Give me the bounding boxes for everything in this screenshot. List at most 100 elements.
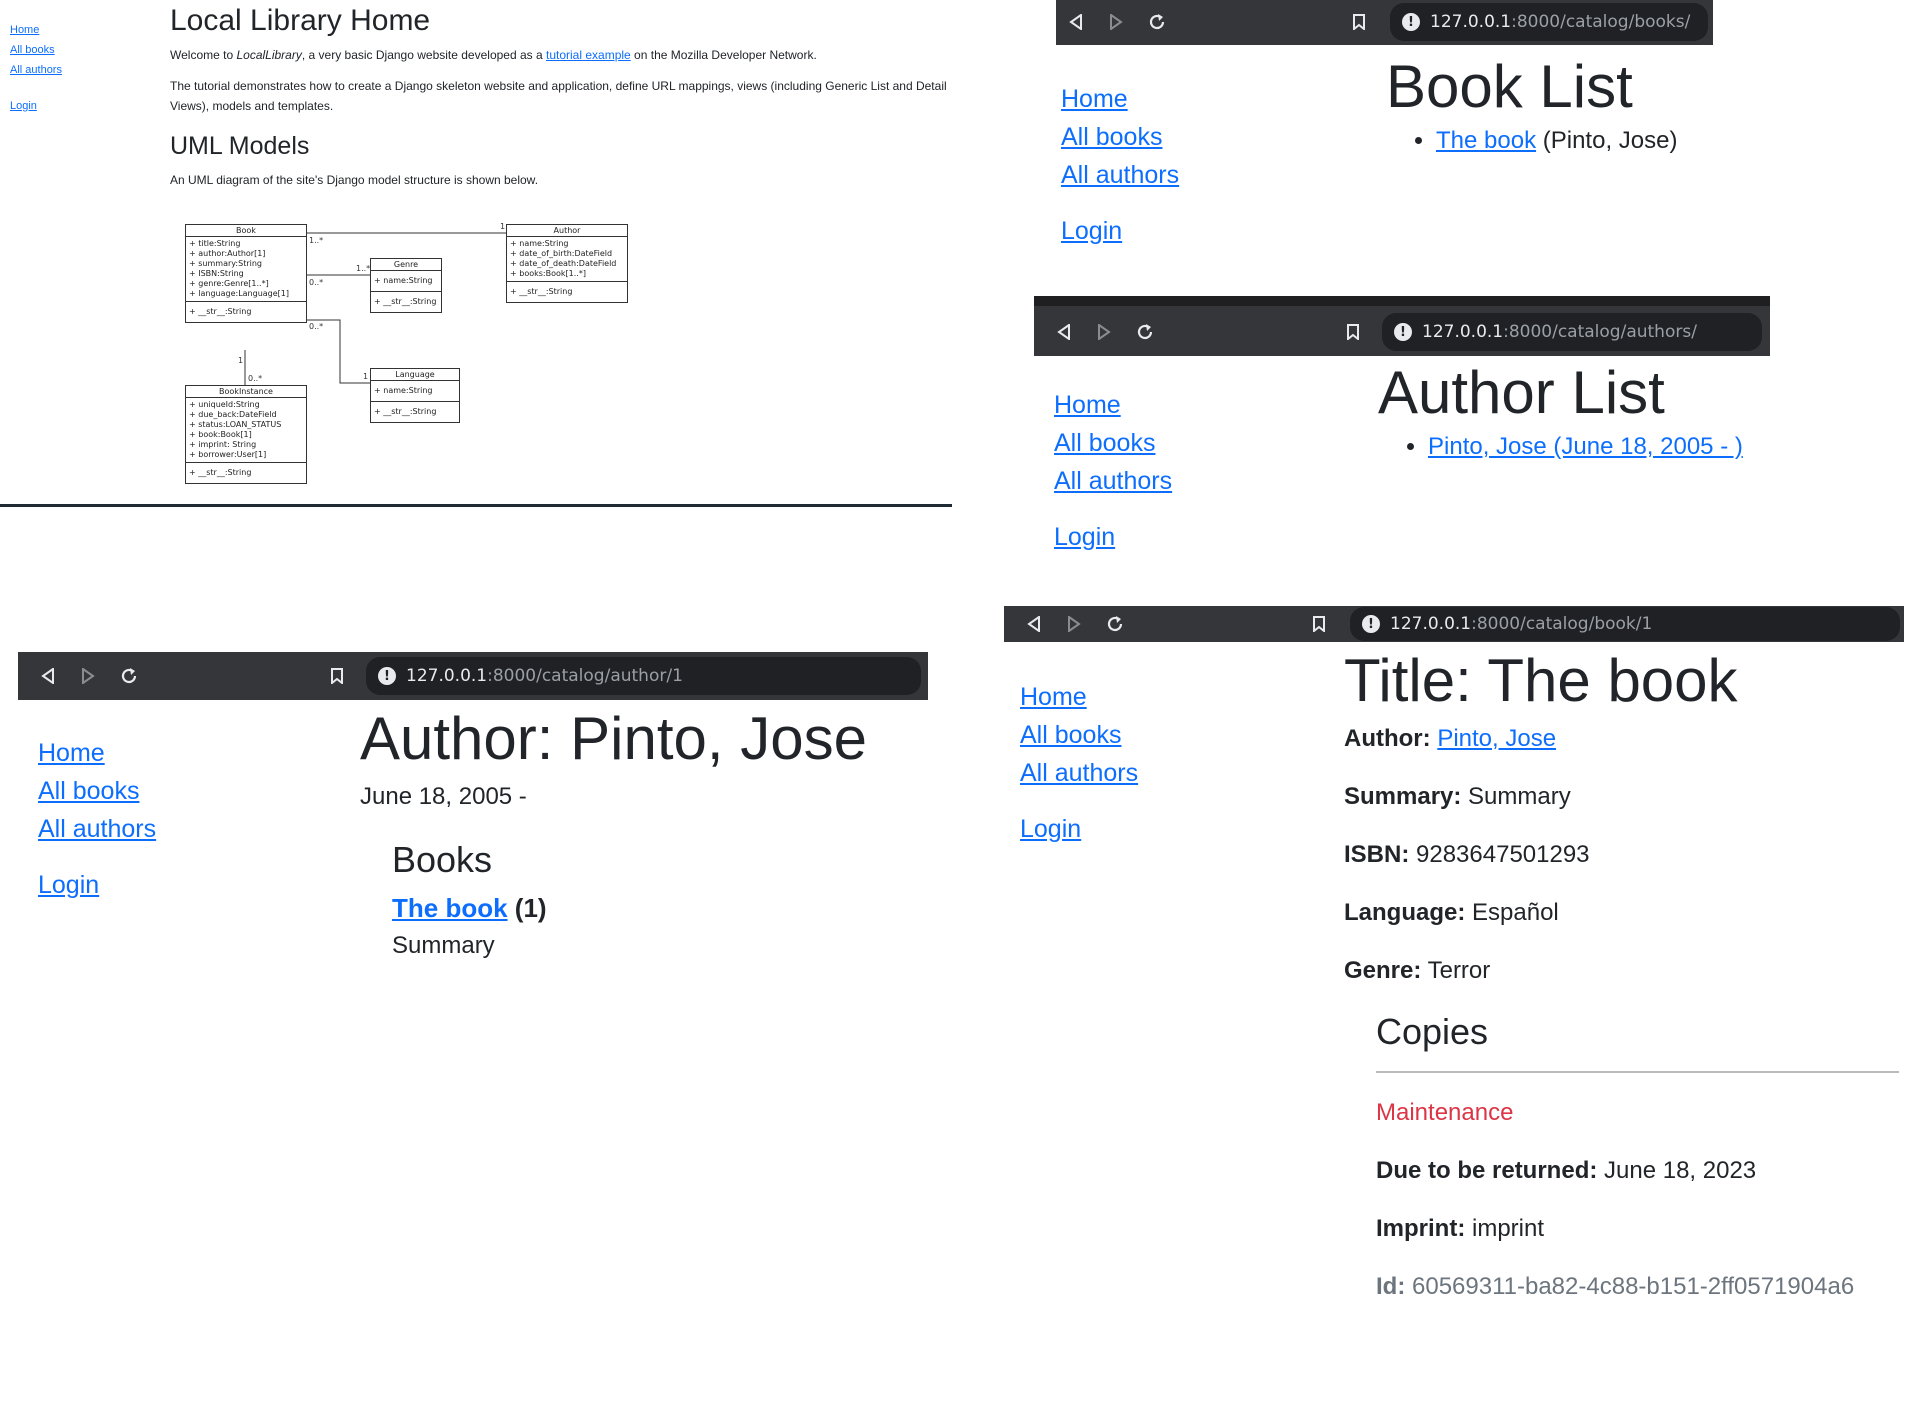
nav-home-link[interactable]: Home — [1054, 386, 1172, 424]
field-label: Genre: — [1344, 957, 1422, 984]
field-value: June 18, 2023 — [1597, 1157, 1757, 1184]
uml-class-name: BookInstance — [186, 386, 306, 398]
uml-class-name: Book — [186, 225, 306, 237]
nav-all-books-link[interactable]: All books — [1061, 118, 1179, 156]
uml-diagram: 1..* 1 1..* 0..* 0..* 1 1 0..* Book + ti… — [170, 215, 640, 508]
url-path: :8000/catalog/books/ — [1511, 12, 1691, 32]
bookmark-icon[interactable] — [1344, 322, 1362, 342]
info-icon[interactable]: ! — [1402, 13, 1420, 31]
books-heading: Books — [392, 839, 493, 880]
nav-all-books-link[interactable]: All books — [1020, 716, 1138, 754]
uml-attr: + imprint: String — [189, 440, 257, 449]
address-bar[interactable]: ! 127.0.0.1:8000/catalog/authors/ — [1382, 313, 1762, 351]
uml-genre-class: Genre + name:String + __str__:String — [370, 258, 442, 313]
reload-icon[interactable] — [118, 665, 140, 687]
bookmark-icon[interactable] — [1350, 12, 1368, 32]
uml-attr: + books:Book[1..*] — [510, 269, 586, 278]
uml-caption: An UML diagram of the site's Django mode… — [170, 173, 539, 187]
reload-icon[interactable] — [1104, 613, 1126, 635]
back-icon[interactable] — [1024, 614, 1044, 634]
tutorial-link[interactable]: tutorial example — [546, 48, 631, 62]
forward-icon[interactable] — [1094, 322, 1114, 342]
back-icon[interactable] — [1054, 322, 1074, 342]
nav-login-link[interactable]: Login — [1054, 518, 1172, 556]
field-label: Summary: — [1344, 783, 1462, 810]
multiplicity-label: 1 — [500, 222, 505, 231]
forward-icon[interactable] — [78, 666, 98, 686]
uml-attr: + author:Author[1] — [189, 249, 266, 258]
due-back-field: Due to be returned: June 18, 2023 — [1376, 1157, 1899, 1185]
uml-attr: + due_back:DateField — [189, 410, 277, 419]
nav-all-books-link[interactable]: All books — [1054, 424, 1172, 462]
sidebar-login-link[interactable]: Login — [10, 96, 62, 116]
field-value: Terror — [1421, 957, 1491, 984]
uml-attributes: + name:String — [371, 271, 441, 292]
bookmark-icon[interactable] — [328, 666, 346, 686]
nav-login-link[interactable]: Login — [38, 866, 156, 904]
bookmark-icon[interactable] — [1310, 614, 1328, 634]
book-link[interactable]: The book — [392, 893, 508, 923]
home-sidebar: Home All books All authors Login — [10, 20, 62, 116]
sidebar-nav: Home All books All authors Login — [1020, 678, 1138, 848]
nav-home-link[interactable]: Home — [1061, 80, 1179, 118]
uml-attributes: + uniqueId:String + due_back:DateField +… — [186, 398, 306, 463]
page-title: Title: The book — [1344, 647, 1738, 714]
info-icon[interactable]: ! — [378, 667, 396, 685]
nav-all-authors-link[interactable]: All authors — [38, 810, 156, 848]
multiplicity-label: 0..* — [309, 322, 323, 331]
field-label: Imprint: — [1376, 1215, 1466, 1242]
uml-attr: + language:Language[1] — [189, 289, 289, 298]
reload-icon[interactable] — [1146, 11, 1168, 33]
author-link[interactable]: Pinto, Jose (June 18, 2005 - ) — [1428, 433, 1743, 460]
address-bar[interactable]: ! 127.0.0.1:8000/catalog/books/ — [1390, 3, 1708, 41]
nav-all-books-link[interactable]: All books — [38, 772, 156, 810]
book-entry: The book (1) — [392, 893, 867, 924]
url-path: :8000/catalog/authors/ — [1503, 322, 1697, 342]
copies-heading: Copies — [1376, 1011, 1489, 1052]
intro-text: , a very basic Django website developed … — [301, 48, 546, 62]
page-title: Local Library Home — [170, 4, 431, 37]
sidebar-home-link[interactable]: Home — [10, 20, 62, 40]
nav-all-authors-link[interactable]: All authors — [1020, 754, 1138, 792]
nav-home-link[interactable]: Home — [1020, 678, 1138, 716]
author-list: Pinto, Jose (June 18, 2005 - ) — [1378, 433, 1743, 461]
author-link[interactable]: Pinto, Jose — [1437, 725, 1556, 752]
sidebar-all-books-link[interactable]: All books — [10, 40, 62, 60]
copy-id-field: Id: 60569311-ba82-4c88-b151-2ff0571904a6 — [1376, 1273, 1899, 1301]
info-icon[interactable]: ! — [1394, 323, 1412, 341]
browser-toolbar: ! 127.0.0.1:8000/catalog/books/ — [1056, 0, 1713, 45]
book-list-panel: ! 127.0.0.1:8000/catalog/books/ Home All… — [1056, 0, 1713, 290]
book-link[interactable]: The book — [1436, 127, 1536, 154]
nav-all-authors-link[interactable]: All authors — [1054, 462, 1172, 500]
uml-attributes: + name:String + date_of_birth:DateField … — [507, 237, 627, 282]
address-bar[interactable]: ! 127.0.0.1:8000/catalog/book/1 — [1350, 607, 1900, 641]
uml-attr: + uniqueId:String — [189, 400, 260, 409]
book-copies-count: (1) — [507, 893, 547, 923]
uml-attr: + ISBN:String — [189, 269, 244, 278]
intro-text: Welcome to — [170, 48, 237, 62]
address-bar[interactable]: ! 127.0.0.1:8000/catalog/author/1 — [366, 657, 921, 695]
nav-login-link[interactable]: Login — [1061, 212, 1179, 250]
nav-login-link[interactable]: Login — [1020, 810, 1138, 848]
uml-attr: + book:Book[1] — [189, 430, 252, 439]
back-icon[interactable] — [38, 666, 58, 686]
uml-attr: + name:String — [510, 239, 569, 248]
imprint-field: Imprint: imprint — [1376, 1215, 1899, 1243]
info-icon[interactable]: ! — [1362, 615, 1380, 633]
nav-all-authors-link[interactable]: All authors — [1061, 156, 1179, 194]
reload-icon[interactable] — [1134, 321, 1156, 343]
sidebar-nav: Home All books All authors Login — [38, 734, 156, 904]
uml-attr: + borrower:User[1] — [189, 450, 267, 459]
uml-op: + __str__:String — [374, 297, 437, 306]
uml-attr: + date_of_death:DateField — [510, 259, 617, 268]
forward-icon[interactable] — [1064, 614, 1084, 634]
author-dates: June 18, 2005 - — [360, 783, 527, 810]
forward-icon[interactable] — [1106, 12, 1126, 32]
sidebar-all-authors-link[interactable]: All authors — [10, 60, 62, 80]
browser-toolbar: ! 127.0.0.1:8000/catalog/book/1 — [1004, 606, 1904, 642]
field-label: Due to be returned: — [1376, 1157, 1598, 1184]
back-icon[interactable] — [1066, 12, 1086, 32]
field-value: imprint — [1465, 1215, 1545, 1242]
nav-home-link[interactable]: Home — [38, 734, 156, 772]
intro-paragraph: Welcome to LocalLibrary, a very basic Dj… — [170, 48, 950, 62]
